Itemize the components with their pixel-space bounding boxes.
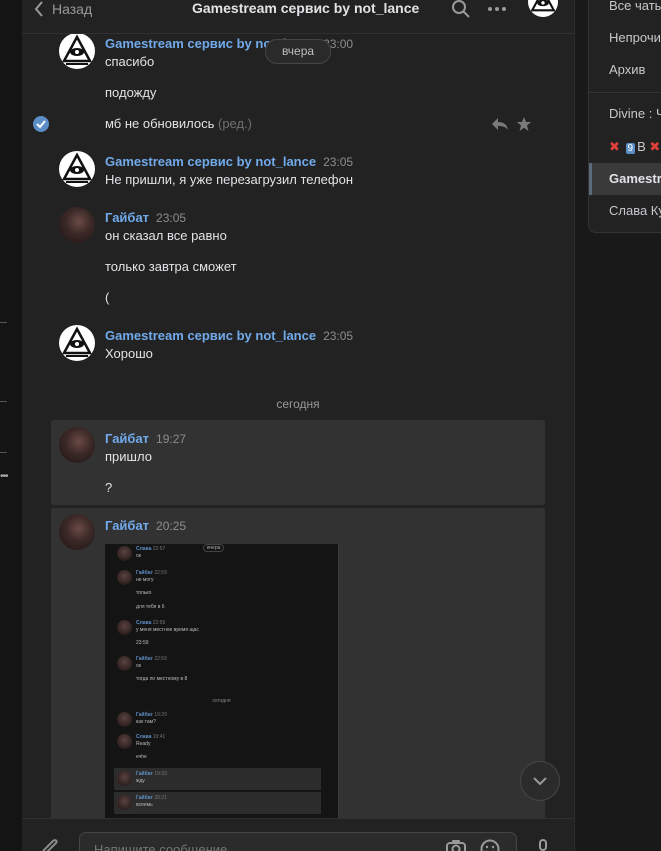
avatar[interactable] bbox=[59, 514, 95, 550]
chat-avatar[interactable] bbox=[528, 0, 558, 17]
mini-text: у меня местное время щас bbox=[136, 627, 199, 633]
avatar[interactable] bbox=[59, 33, 95, 69]
mini-text: Ready bbox=[136, 741, 151, 747]
chat-item-gamestream[interactable]: Gamestream bbox=[609, 171, 661, 186]
cross-mark-icon: ✖ bbox=[649, 139, 661, 154]
message-author[interactable]: Гайбат 19:27 bbox=[105, 431, 186, 446]
keycap-nine-icon: 9 bbox=[625, 143, 636, 154]
mini-author: Гайбат 19:33 bbox=[136, 771, 167, 777]
mini-text: 23:59 bbox=[136, 640, 149, 646]
chat-panel: Назад Gamestream сервис by not_lance вче… bbox=[22, 0, 575, 851]
divider-line bbox=[0, 401, 7, 402]
mini-text: как там? bbox=[136, 719, 156, 725]
back-button[interactable]: Назад bbox=[34, 0, 92, 17]
message-input-box[interactable] bbox=[79, 832, 517, 851]
selected-check-icon[interactable] bbox=[33, 116, 49, 132]
avatar[interactable] bbox=[59, 151, 95, 187]
mini-avatar bbox=[117, 656, 132, 671]
edited-label: (ред.) bbox=[217, 116, 253, 131]
message-text: Хорошо bbox=[105, 346, 153, 361]
divider-line bbox=[0, 452, 7, 453]
message-author[interactable]: Гайбат 20:25 bbox=[105, 518, 186, 533]
camera-icon[interactable] bbox=[446, 840, 466, 851]
mini-text: не могу bbox=[136, 577, 154, 583]
message-input[interactable] bbox=[92, 841, 426, 851]
mini-text: ечhe bbox=[136, 754, 147, 760]
message-text: спасибо bbox=[105, 54, 155, 69]
mini-author: Гайбат 19:29 bbox=[136, 712, 167, 718]
message-author[interactable]: Gamestream сервис by not_lance 23:05 bbox=[105, 328, 353, 343]
search-icon[interactable] bbox=[452, 0, 470, 18]
folder-unread[interactable]: Непрочитанные bbox=[609, 30, 661, 45]
folder-all-chats[interactable]: Все чаты bbox=[609, 0, 661, 13]
paperclip-icon[interactable] bbox=[40, 837, 60, 851]
scroll-down-button[interactable] bbox=[520, 761, 560, 801]
chat-title[interactable]: Gamestream сервис by not_lance bbox=[192, 0, 419, 16]
mini-text: всеемь bbox=[136, 802, 153, 808]
mini-text: тогда по местному в 8 bbox=[136, 676, 188, 682]
date-pill-yesterday: вчера bbox=[265, 39, 331, 64]
star-icon[interactable] bbox=[516, 116, 532, 132]
chat-header: Назад Gamestream сервис by not_lance bbox=[22, 0, 574, 34]
mini-date-pill: вчера bbox=[203, 544, 225, 552]
chat-item-emoji[interactable]: ✖ 9В ✖ bbox=[609, 139, 660, 155]
mini-author: Гайбат 22:59 bbox=[136, 656, 167, 662]
date-divider-today: сегодня bbox=[276, 397, 320, 411]
message-time: 19:27 bbox=[156, 432, 187, 446]
chat-item-slava[interactable]: Слава Ку bbox=[609, 203, 661, 218]
message-time: 23:05 bbox=[323, 329, 354, 343]
mini-avatar bbox=[117, 712, 132, 727]
message-author[interactable]: Gamestream сервис by not_lance 23:05 bbox=[105, 154, 353, 169]
reply-icon[interactable] bbox=[491, 117, 509, 131]
message-text: подожду bbox=[105, 85, 157, 100]
mini-author: Гайбат 20:21 bbox=[136, 795, 167, 801]
avatar[interactable] bbox=[59, 427, 95, 463]
mini-text: для тебя в 6 bbox=[136, 604, 165, 610]
mini-text: ок bbox=[136, 663, 141, 669]
menu-divider bbox=[589, 92, 661, 93]
mini-author: Слава 19:41 bbox=[136, 734, 166, 740]
mini-avatar bbox=[117, 570, 132, 585]
avatar[interactable] bbox=[59, 207, 95, 243]
message-text: он сказал все равно bbox=[105, 228, 227, 243]
mini-avatar bbox=[117, 795, 132, 810]
more-dots-icon[interactable]: ••• bbox=[0, 471, 8, 482]
mini-author: Слава 22:59 bbox=[136, 620, 166, 626]
message-author[interactable]: Гайбат 23:05 bbox=[105, 210, 186, 225]
chat-folders-menu: Все чаты Непрочитанные Архив Divine : Ча… bbox=[588, 0, 661, 233]
mini-avatar bbox=[117, 546, 132, 561]
mini-avatar bbox=[117, 620, 132, 635]
cross-mark-icon: ✖ bbox=[609, 139, 620, 154]
message-time: 20:25 bbox=[156, 519, 187, 533]
more-icon[interactable] bbox=[488, 6, 506, 12]
chevron-down-icon bbox=[533, 776, 547, 785]
composer bbox=[22, 818, 574, 851]
emoji-icon[interactable] bbox=[480, 839, 500, 851]
chat-item-divine[interactable]: Divine : Чат bbox=[609, 106, 661, 121]
mini-avatar bbox=[117, 771, 132, 786]
back-label: Назад bbox=[52, 0, 93, 17]
mini-avatar bbox=[117, 734, 132, 749]
message-text: ( bbox=[105, 290, 110, 305]
message-text: мб не обновилось (ред.) bbox=[105, 116, 253, 131]
message-text: ? bbox=[105, 480, 113, 495]
mini-text: ок bbox=[136, 553, 141, 559]
left-panel-edge: ••• bbox=[0, 0, 22, 851]
chevron-left-icon bbox=[34, 0, 43, 17]
message-text: только завтра сможет bbox=[105, 259, 237, 274]
message-time: 23:05 bbox=[156, 211, 187, 225]
mini-text: только bbox=[136, 590, 152, 596]
mini-author: Слава 22:57 bbox=[136, 546, 166, 552]
message-time: 23:05 bbox=[323, 155, 354, 169]
avatar[interactable] bbox=[59, 325, 95, 361]
attached-screenshot[interactable]: вчера Слава 22:57 ок Гайбат 22:59 не мог… bbox=[105, 544, 339, 819]
microphone-icon[interactable] bbox=[537, 839, 549, 851]
folder-archive[interactable]: Архив bbox=[609, 62, 645, 77]
divider-line bbox=[0, 322, 7, 323]
mini-text: жду bbox=[136, 778, 145, 784]
mini-author: Гайбат 22:59 bbox=[136, 570, 167, 576]
message-text: пришло bbox=[105, 449, 152, 464]
mini-date-divider: сегодня bbox=[212, 698, 231, 704]
message-text: Не пришли, я уже перезагрузил телефон bbox=[105, 172, 354, 187]
